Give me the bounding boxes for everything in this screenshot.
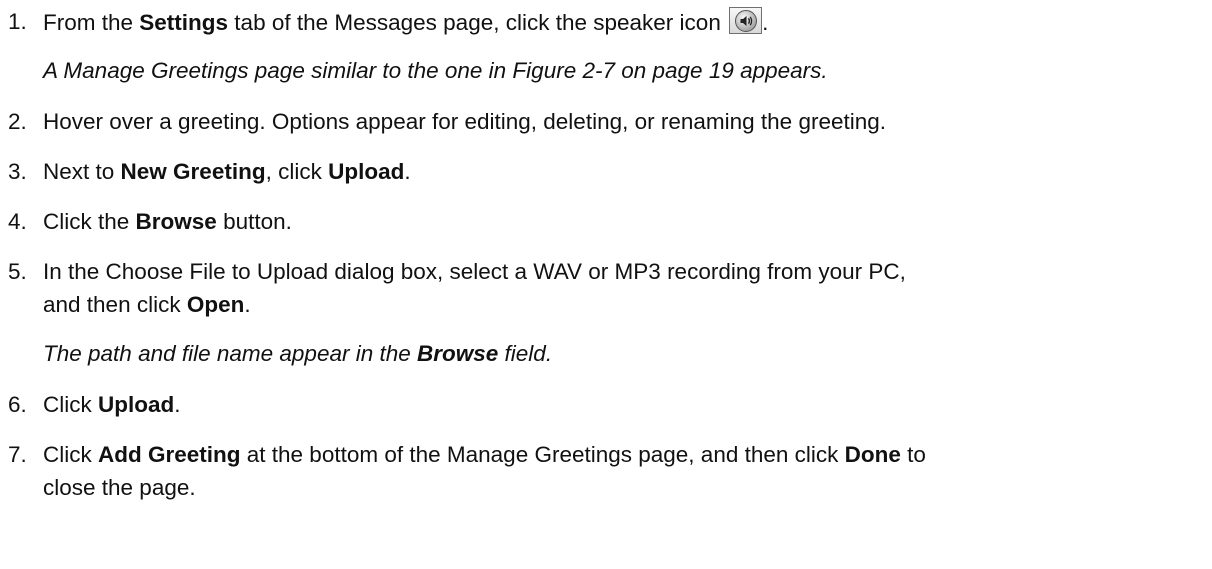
step-text: In the Choose File to Upload dialog box,… bbox=[43, 259, 906, 284]
step-text: Next to New Greeting, click Upload. bbox=[43, 159, 411, 184]
step-number: 5. bbox=[8, 259, 27, 284]
step-text: Click the Browse button. bbox=[43, 209, 292, 234]
step-number: 7. bbox=[8, 442, 27, 467]
step-number: 6. bbox=[8, 392, 27, 417]
step-text: Click Upload. bbox=[43, 392, 181, 417]
step-text: Click Add Greeting at the bottom of the … bbox=[43, 442, 926, 467]
step-number: 2. bbox=[8, 109, 27, 134]
step-5-result-note: The path and file name appear in the Bro… bbox=[43, 341, 553, 366]
step-text: Hover over a greeting. Options appear fo… bbox=[43, 109, 887, 134]
step-text: From the Settings tab of the Messages pa… bbox=[43, 7, 768, 37]
step-number: 4. bbox=[8, 209, 27, 234]
step-number: 1. bbox=[8, 9, 27, 34]
instruction-document: 1. From the Settings tab of the Messages… bbox=[0, 0, 1212, 569]
step-number: 3. bbox=[8, 159, 27, 184]
speaker-icon bbox=[729, 7, 763, 34]
step-1-result-note: A Manage Greetings page similar to the o… bbox=[43, 58, 828, 83]
step-text: and then click Open. bbox=[43, 292, 251, 317]
step-text: close the page. bbox=[43, 475, 196, 500]
